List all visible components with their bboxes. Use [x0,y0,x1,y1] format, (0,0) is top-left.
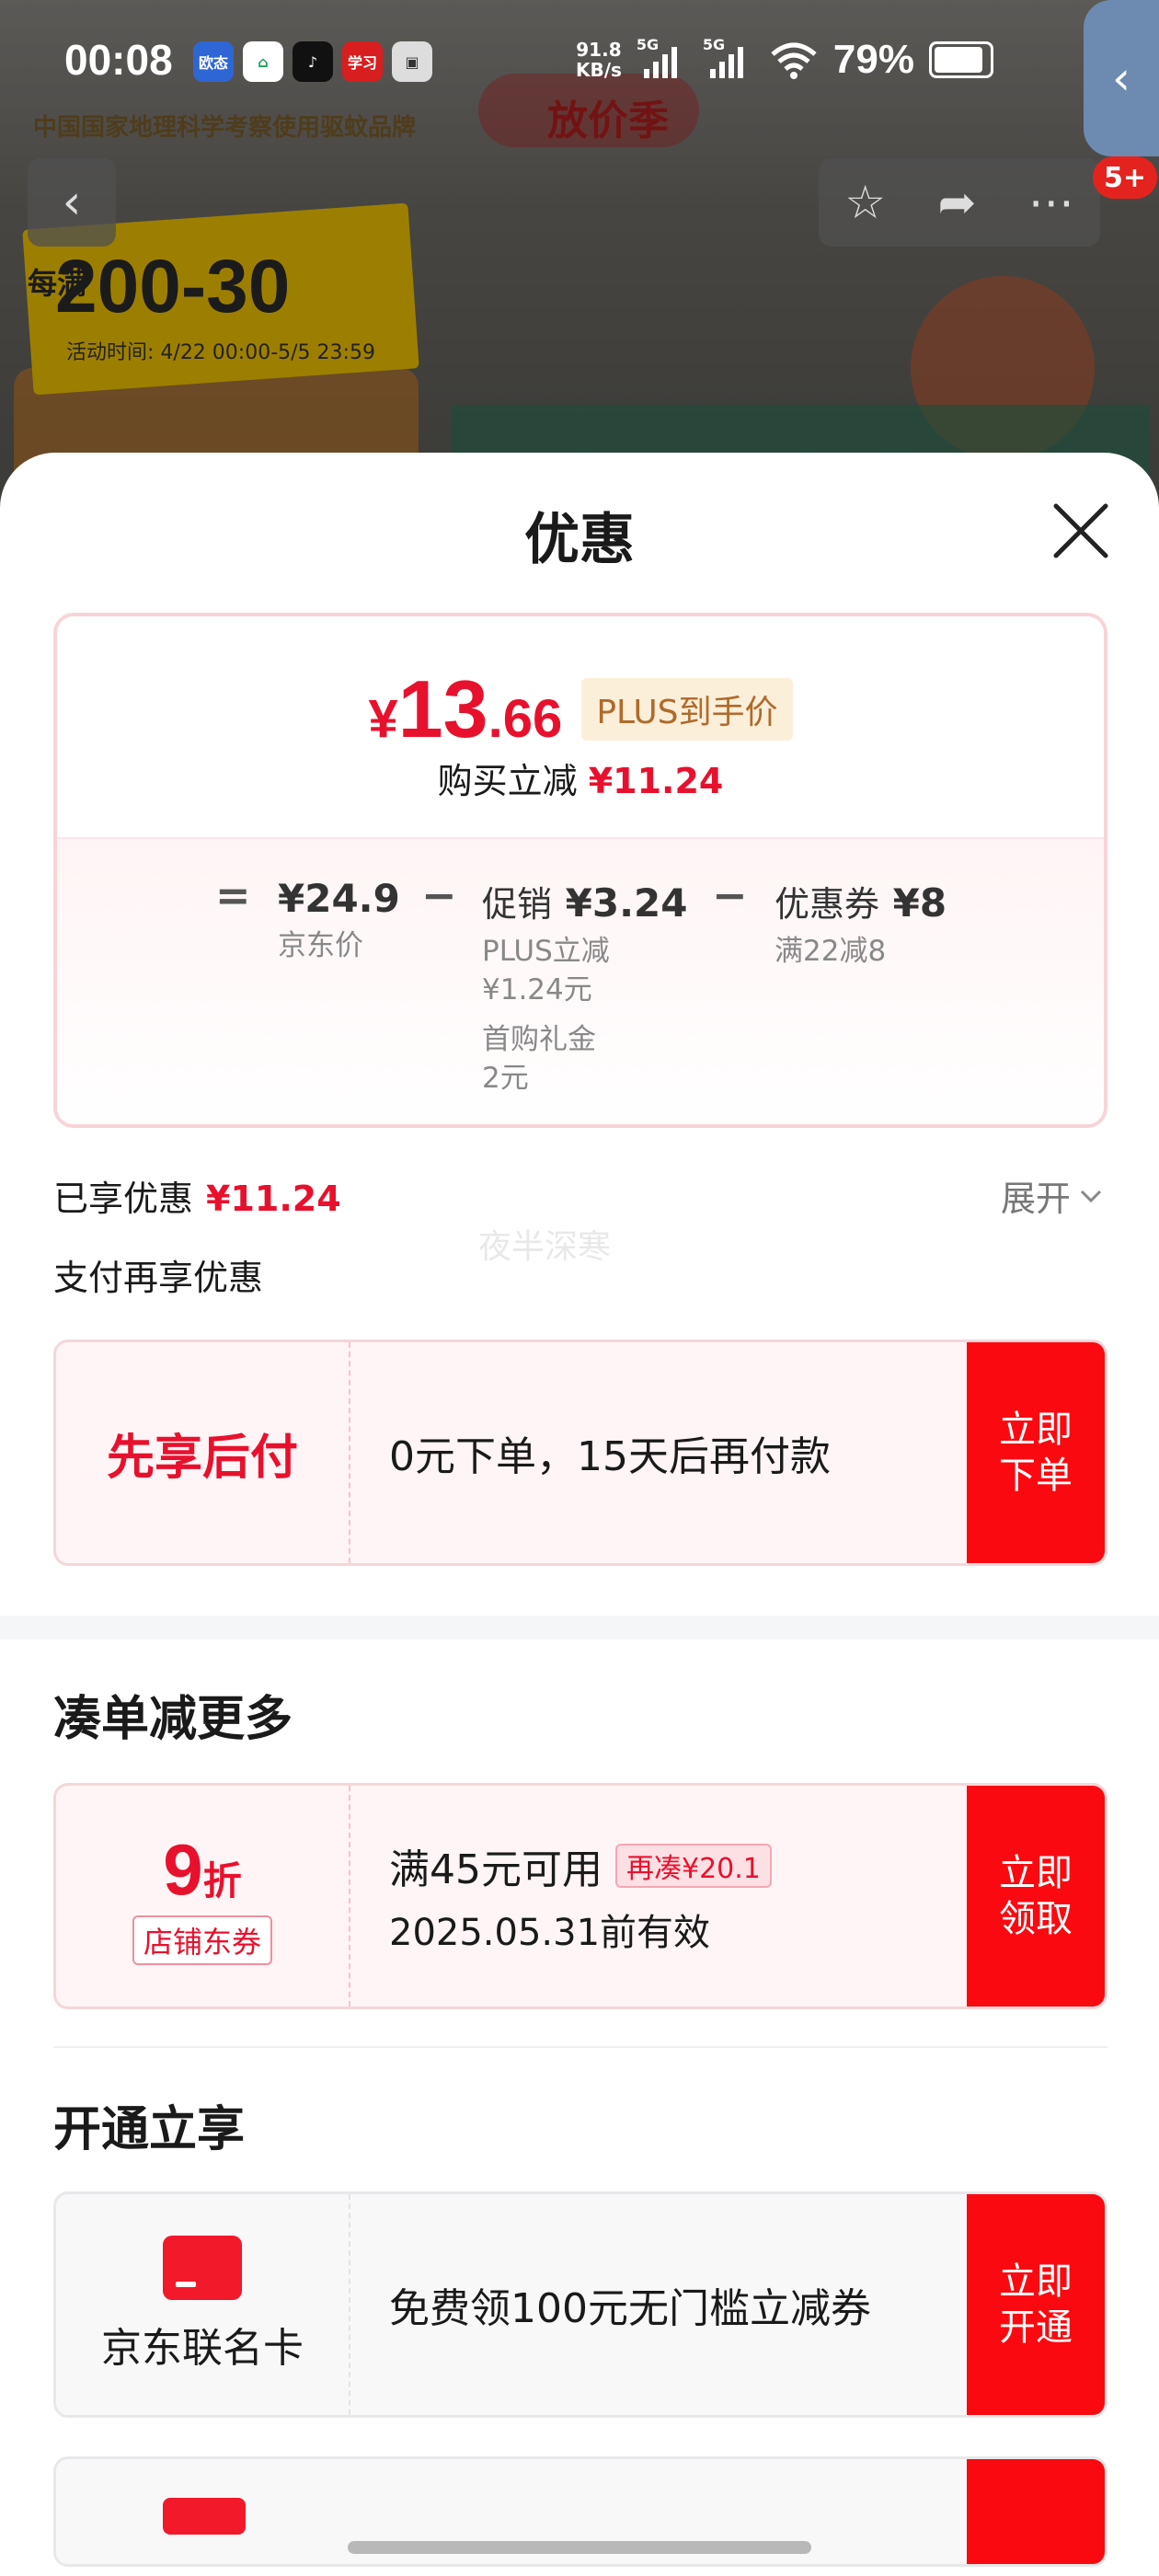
favorite-star-icon[interactable]: ☆ [844,176,886,229]
bnpl-offer-card: 先享后付 0元下单，15天后再付款 立即 下单 [53,1340,1107,1566]
store-coupon-card: 9折 店铺东券 满45元可用 再凑¥20.1 2025.05.31前有效 立即领… [53,1783,1107,2009]
price-formula: = ¥24.9 京东价 − 促销 ¥3.24 PLUS立减 ¥1.24元 首购礼… [57,837,1104,1124]
open-card-button[interactable]: 立即 开通 [967,2194,1105,2415]
app-icon-1: 欧态 [193,41,234,82]
close-icon[interactable] [1049,499,1113,563]
coupon-type-tag: 店铺东券 [132,1915,272,1965]
minus-sign-2: − [712,870,748,920]
claim-coupon-button[interactable]: 立即 领取 [967,1786,1105,2007]
card-offer-description: 免费领100元无门槛立减券 [389,2285,871,2332]
status-bar: 00:08 欧态 ⌂ ♪ 学习 ▣ 91.8 KB/s 5G 5G 79% ‹ [0,0,1159,156]
coupon-expiry: 2025.05.31前有效 [389,1912,711,1954]
expand-button[interactable]: 展开 [1001,1170,1104,1221]
section-title-bundle: 凑单减更多 [53,1692,293,1747]
jd-price-column: ¥24.9 京东价 [278,876,400,962]
watermark: 夜半深寒 [478,1228,612,1266]
status-time: 00:08 [64,36,173,84]
instant-discount: 购买立减 ¥11.24 [437,761,724,801]
toolbar-actions: ☆ ➦ ⋯ [819,158,1100,247]
discount-sheet: 优惠 ¥13.66 PLUS到手价 购买立减 ¥11.24 = ¥24.9 京东价 [0,453,1159,2576]
signal-icon-1: 5G [637,36,688,80]
price-breakdown-card: ¥13.66 PLUS到手价 购买立减 ¥11.24 = ¥24.9 京东价 − … [53,613,1107,1128]
home-indicator[interactable] [348,2541,811,2554]
next-card-icon [163,2498,246,2535]
back-button[interactable]: ‹ [28,158,116,247]
order-now-button[interactable]: 立即 下单 [967,1342,1105,1563]
pay-more-label: 支付再享优惠 [53,1258,264,1298]
net-speed: 91.8 KB/s [575,39,622,81]
section-separator [53,2046,1107,2048]
bnpl-label: 先享后付 [106,1430,298,1486]
equals-sign: = [215,870,251,920]
cobrand-card-offer: 京东联名卡 免费领100元无门槛立减券 立即 开通 [53,2191,1107,2418]
credit-card-icon [163,2236,242,2300]
status-indicators: 91.8 KB/s 5G 5G 79% [575,36,993,83]
card-name: 京东联名卡 [101,2325,304,2372]
battery-icon [929,41,993,78]
battery-percent: 79% [832,37,914,82]
notification-badge: 5+ [1093,156,1158,199]
section-title-open: 开通立享 [53,2102,246,2157]
app-icon-5: ▣ [392,41,432,82]
coupon-condition: 满45元可用 [389,1846,602,1893]
sheet-title: 优惠 [524,508,635,572]
coupon-discount: 9折 [163,1828,242,1910]
app-icon-4: 学习 [342,41,383,82]
wifi-icon [771,42,817,79]
app-icon-2: ⌂ [243,41,283,82]
share-icon[interactable]: ➦ [937,176,976,229]
status-app-icons: 欧态 ⌂ ♪ 学习 ▣ [193,41,432,82]
more-icon[interactable]: ⋯ [1028,176,1074,229]
section-divider [0,1616,1159,1639]
minus-sign-1: − [421,870,457,920]
plus-price-tag: PLUS到手价 [581,678,793,741]
final-price: ¥13.66 [368,663,563,754]
coupon-gap-badge: 再凑¥20.1 [615,1844,772,1888]
app-icon-3: ♪ [293,41,333,82]
next-offer-button[interactable] [967,2459,1105,2564]
chevron-down-icon [1080,1190,1102,1202]
price-summary: ¥13.66 PLUS到手价 购买立减 ¥11.24 [57,616,1104,837]
side-edge-tab[interactable]: ‹ [1084,0,1159,156]
enjoyed-discount: 已享优惠 ¥11.24 [53,1179,341,1219]
signal-icon-2: 5G [703,36,754,80]
promotion-column: 促销 ¥3.24 PLUS立减 ¥1.24元 首购礼金 2元 [482,880,688,1095]
coupon-column: 优惠券 ¥8 满22减8 [775,880,947,968]
bnpl-description: 0元下单，15天后再付款 [389,1433,831,1480]
